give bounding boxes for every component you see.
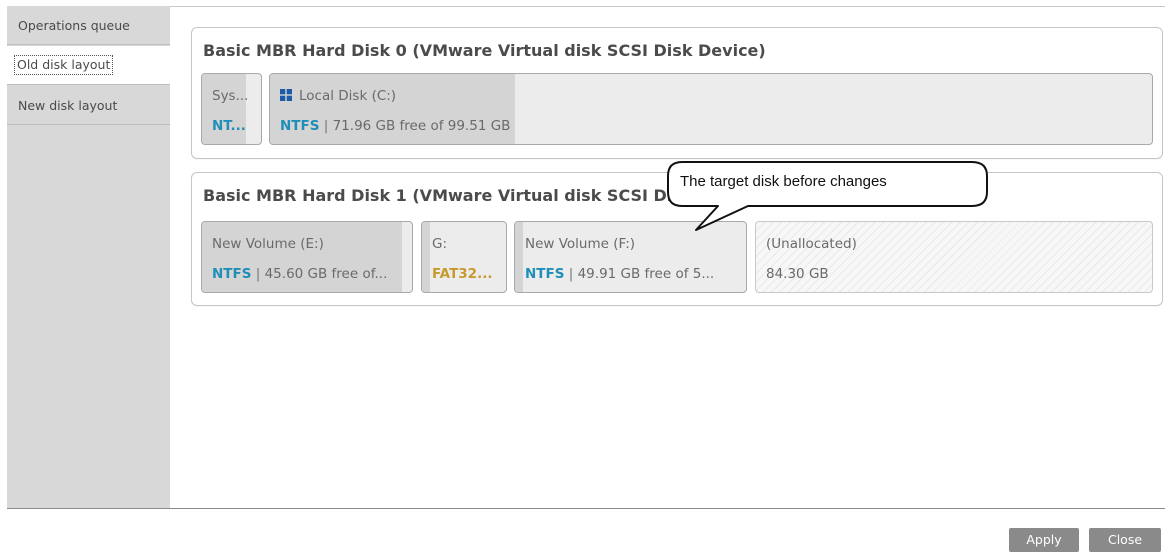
sidebar: Operations queue Old disk layout New dis… xyxy=(7,6,170,508)
nav-operations-queue-label: Operations queue xyxy=(18,18,130,33)
nav-old-disk-layout[interactable]: Old disk layout xyxy=(7,46,170,85)
callout-bubble-shape xyxy=(667,161,988,231)
partition-info: NTFS | 49.91 GB free of 5... xyxy=(525,266,714,282)
disk-1-partition-e[interactable]: New Volume (E:) NTFS | 45.60 GB free of.… xyxy=(201,221,413,293)
partition-info-separator: | xyxy=(251,266,265,282)
disk-0-partition-system[interactable]: Sys... NT... xyxy=(201,73,262,145)
partition-filesystem: NTFS xyxy=(212,266,252,282)
disk-0-title: Basic MBR Hard Disk 0 (VMware Virtual di… xyxy=(203,41,766,60)
partition-filesystem: NT... xyxy=(212,118,246,134)
nav-operations-queue[interactable]: Operations queue xyxy=(7,6,170,45)
partition-name-row: Local Disk (C:) xyxy=(280,88,396,104)
partition-usage-fill xyxy=(515,222,523,292)
partition-free-space: 45.60 GB free of... xyxy=(264,266,388,282)
windows-icon xyxy=(280,89,292,101)
partition-info-separator: | xyxy=(564,266,578,282)
bottom-divider xyxy=(7,508,1165,509)
partition-filesystem: FAT32... xyxy=(432,266,493,282)
partition-name: New Volume (E:) xyxy=(212,236,324,252)
partition-info: NT... xyxy=(212,118,246,134)
partition-info: FAT32... xyxy=(432,266,492,282)
disk-0-card: Basic MBR Hard Disk 0 (VMware Virtual di… xyxy=(191,27,1163,159)
nav-old-disk-layout-label: Old disk layout xyxy=(14,55,114,75)
callout-text: The target disk before changes xyxy=(680,173,887,190)
partition-info: NTFS | 45.60 GB free of... xyxy=(212,266,387,282)
partition-filesystem: NTFS xyxy=(280,118,320,134)
apply-button[interactable]: Apply xyxy=(1009,528,1079,552)
partition-free-space: 71.96 GB free of 99.51 GB xyxy=(332,118,511,134)
partition-name: G: xyxy=(432,236,448,252)
partition-filesystem: NTFS xyxy=(525,266,565,282)
nav-new-disk-layout-label: New disk layout xyxy=(18,98,118,113)
partition-size: 84.30 GB xyxy=(766,266,829,282)
partition-name: Local Disk (C:) xyxy=(299,88,397,104)
main-top-divider xyxy=(170,6,1165,7)
partition-info-separator: | xyxy=(319,118,333,134)
partition-free-space: 49.91 GB free of 5... xyxy=(577,266,715,282)
partition-usage-fill xyxy=(422,222,430,292)
annotation-callout: The target disk before changes xyxy=(660,160,995,240)
partition-info: NTFS | 71.96 GB free of 99.51 GB xyxy=(280,118,510,134)
partition-name: Sys... xyxy=(212,88,249,104)
partition-name: New Volume (F:) xyxy=(525,236,636,252)
disk-1-partition-g[interactable]: G: FAT32... xyxy=(421,221,507,293)
disk-0-partition-c[interactable]: Local Disk (C:) NTFS | 71.96 GB free of … xyxy=(269,73,1153,145)
nav-new-disk-layout[interactable]: New disk layout xyxy=(7,86,170,125)
close-button[interactable]: Close xyxy=(1089,528,1161,552)
